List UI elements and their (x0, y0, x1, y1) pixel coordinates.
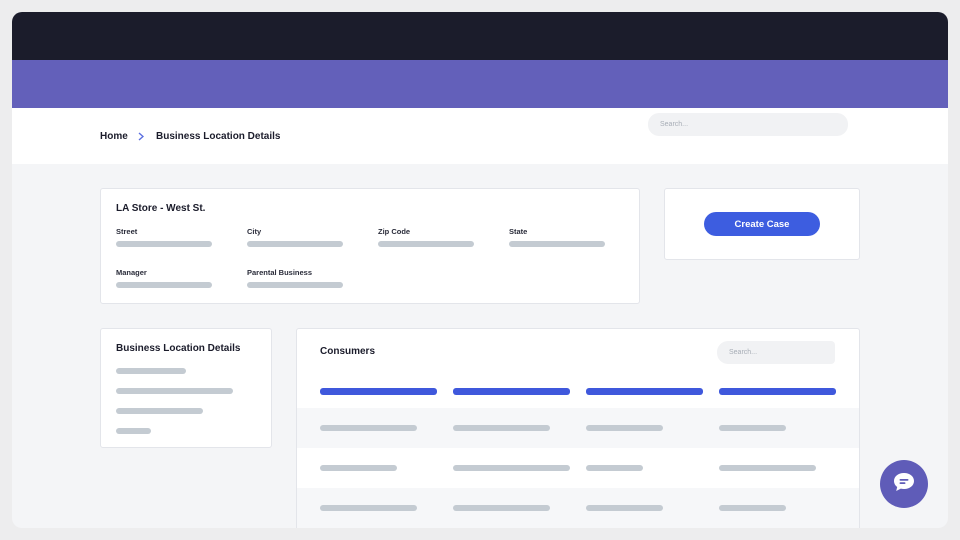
state-label: State (509, 227, 528, 236)
chevron-right-icon (136, 108, 146, 164)
state-value-placeholder (509, 241, 605, 247)
create-case-button[interactable]: Create Case (704, 212, 820, 236)
create-case-card: Create Case (664, 188, 860, 260)
table-header-cell (453, 388, 570, 395)
table-cell-placeholder (586, 465, 643, 471)
chat-bubble-icon (892, 471, 916, 498)
street-value-placeholder (116, 241, 212, 247)
table-cell-placeholder (320, 505, 417, 511)
header-search-input[interactable]: Search... (648, 113, 848, 136)
consumers-search-input[interactable]: Search... (717, 341, 835, 364)
table-cell-placeholder (586, 425, 663, 431)
breadcrumb-current-page: Business Location Details (156, 130, 281, 142)
details-line-placeholder (116, 388, 233, 394)
zip-code-value-placeholder (378, 241, 474, 247)
location-title: LA Store - West St. (116, 203, 206, 214)
table-header-cell (586, 388, 703, 395)
city-value-placeholder (247, 241, 343, 247)
zip-code-label: Zip Code (378, 227, 411, 236)
table-cell-placeholder (719, 505, 786, 511)
details-line-placeholder (116, 428, 151, 434)
chat-button[interactable] (880, 460, 928, 508)
breadcrumb-home-link[interactable]: Home (100, 108, 128, 164)
details-line-placeholder (116, 408, 203, 414)
table-cell-placeholder (453, 465, 570, 471)
parental-business-value-placeholder (247, 282, 343, 288)
consumers-card-title: Consumers (320, 346, 376, 357)
table-header-cell (719, 388, 836, 395)
table-cell-placeholder (320, 425, 417, 431)
table-cell-placeholder (719, 465, 816, 471)
street-label: Street (116, 227, 138, 236)
details-line-placeholder (116, 368, 186, 374)
brand-banner (12, 60, 948, 108)
city-label: City (247, 227, 262, 236)
table-cell-placeholder (586, 505, 663, 511)
table-cell-placeholder (320, 465, 397, 471)
top-navigation-bar (12, 12, 948, 60)
table-cell-placeholder (453, 425, 550, 431)
business-location-details-card: Business Location Details (100, 328, 272, 448)
table-cell-placeholder (453, 505, 550, 511)
table-header-cell (320, 388, 437, 395)
app-window: Home Business Location Details LA Store … (12, 12, 948, 528)
manager-value-placeholder (116, 282, 212, 288)
table-cell-placeholder (719, 425, 786, 431)
details-card-title: Business Location Details (116, 343, 241, 354)
manager-label: Manager (116, 268, 147, 277)
parental-business-label: Parental Business (247, 268, 313, 277)
location-info-card: LA Store - West St. Street City Zip Code… (100, 188, 640, 304)
consumers-card: Consumers Search... (296, 328, 860, 528)
